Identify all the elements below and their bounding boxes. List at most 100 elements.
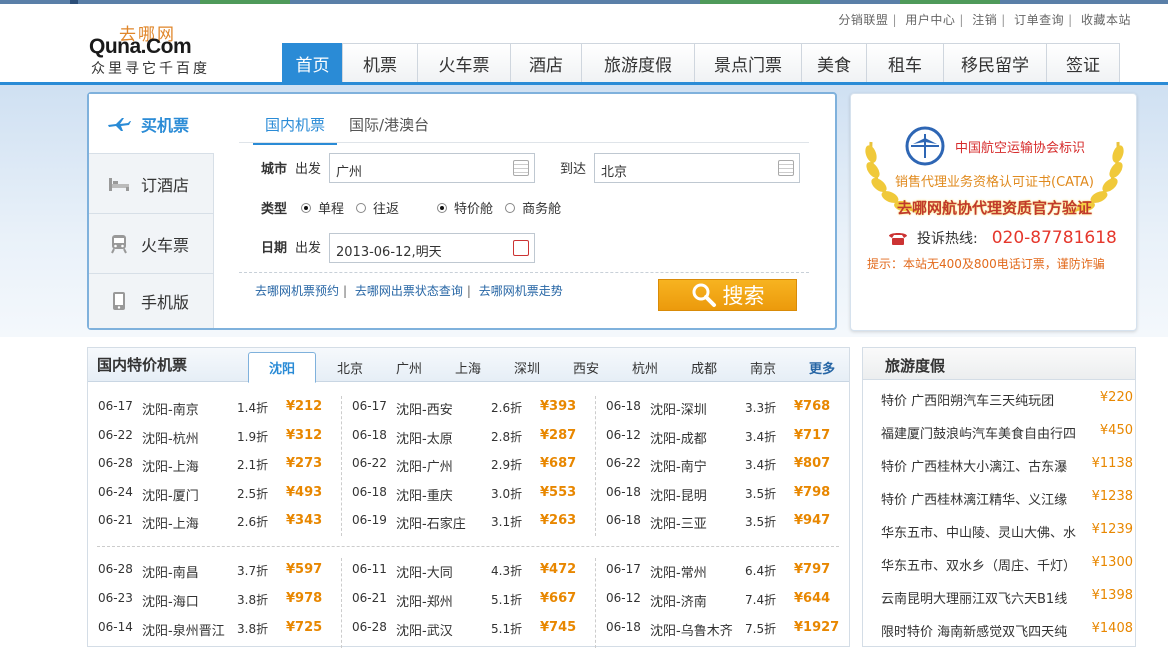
link-status[interactable]: 去哪网出票状态查询 (355, 284, 463, 298)
row-divider (97, 546, 839, 547)
deal-route: 沈阳-海口 (142, 595, 199, 610)
side-tab-hotels[interactable]: 订酒店 (89, 154, 214, 214)
deal-row[interactable]: 06-21 沈阳-上海 2.6折 ¥343 (98, 513, 338, 532)
side-tab-trains[interactable]: 火车票 (89, 214, 214, 274)
travel-item-name: 华东五市、中山陵、灵山大佛、水 (881, 526, 1077, 541)
city-picker-icon[interactable] (513, 160, 529, 176)
nav-immigration[interactable]: 移民留学 (943, 43, 1047, 82)
travel-item[interactable]: 限时特价 海南新感觉双飞四天纯 ¥1408 (881, 621, 1133, 640)
deal-row[interactable]: 06-23 沈阳-海口 3.8折 ¥978 (98, 591, 338, 610)
search-button[interactable]: 搜索 (658, 279, 797, 311)
deal-route: 沈阳-南宁 (650, 460, 707, 475)
deal-row[interactable]: 06-17 沈阳-南京 1.4折 ¥212 (98, 399, 338, 418)
deal-row[interactable]: 06-28 沈阳-上海 2.1折 ¥273 (98, 456, 338, 475)
deal-row[interactable]: 06-17 沈阳-常州 6.4折 ¥797 (606, 562, 846, 581)
link-bookmark[interactable]: 收藏本站 (1081, 13, 1131, 27)
link-logout[interactable]: 注销 (972, 13, 997, 27)
travel-item[interactable]: 特价 广西阳朔汽车三天纯玩团 ¥220 (881, 390, 1133, 409)
deal-date: 06-21 (352, 591, 387, 605)
calendar-icon[interactable] (513, 240, 529, 256)
site-logo[interactable]: 去哪网 Quna.Com 众里寻它千百度 (89, 18, 229, 78)
more-link[interactable]: 更多 (809, 358, 835, 377)
date-label: 日期 (261, 241, 288, 256)
travel-item[interactable]: 华东五市、双水乡（周庄、千灯） ¥1300 (881, 555, 1133, 574)
deal-discount: 6.4折 (745, 564, 777, 578)
travel-item-name: 华东五市、双水乡（周庄、千灯） (881, 559, 1077, 574)
travel-item-name: 福建厦门鼓浪屿汽车美食自由行四 (881, 427, 1077, 442)
nav-home[interactable]: 首页 (282, 43, 343, 82)
city-tab-guangzhou[interactable]: 广州 (396, 358, 422, 377)
deal-discount: 7.4折 (745, 593, 777, 607)
tab-domestic[interactable]: 国内机票 (253, 114, 338, 145)
nav-vacation[interactable]: 旅游度假 (581, 43, 695, 82)
link-user-center[interactable]: 用户中心 (905, 13, 955, 27)
travel-item-price: ¥1238 (1091, 489, 1133, 504)
deal-row[interactable]: 06-22 沈阳-南宁 3.4折 ¥807 (606, 456, 846, 475)
travel-item[interactable]: 特价 广西桂林漓江精华、义江缘 ¥1238 (881, 489, 1133, 508)
nav-visa[interactable]: 签证 (1046, 43, 1120, 82)
city-tab-shanghai[interactable]: 上海 (455, 358, 481, 377)
date-row: 日期 出发 (261, 237, 321, 256)
travel-item[interactable]: 特价 广西桂林大小漓江、古东瀑 ¥1138 (881, 456, 1133, 475)
deal-date: 06-17 (352, 399, 387, 413)
deal-row[interactable]: 06-19 沈阳-石家庄 3.1折 ¥263 (352, 513, 592, 532)
deal-price: ¥745 (540, 620, 577, 635)
city-tab-chengdu[interactable]: 成都 (691, 358, 717, 377)
city-tab-shenyang[interactable]: 沈阳 (248, 352, 316, 383)
radio-one-way[interactable] (301, 202, 312, 213)
deal-date: 06-17 (98, 399, 133, 413)
link-trend[interactable]: 去哪网机票走势 (479, 284, 563, 298)
nav-trains[interactable]: 火车票 (417, 43, 511, 82)
side-tab-mobile[interactable]: 手机版 (89, 274, 214, 328)
deal-row[interactable]: 06-18 沈阳-深圳 3.3折 ¥768 (606, 399, 846, 418)
airplane-icon (107, 114, 131, 134)
deal-row[interactable]: 06-18 沈阳-重庆 3.0折 ¥553 (352, 485, 592, 504)
tab-international[interactable]: 国际/港澳台 (349, 114, 429, 135)
radio-business-class[interactable] (505, 202, 516, 213)
deal-route: 沈阳-武汉 (396, 624, 453, 639)
deal-row[interactable]: 06-22 沈阳-杭州 1.9折 ¥312 (98, 428, 338, 447)
link-booking[interactable]: 去哪网机票预约 (255, 284, 339, 298)
radio-special-class[interactable] (437, 202, 448, 213)
deal-row[interactable]: 06-17 沈阳-西安 2.6折 ¥393 (352, 399, 592, 418)
city-tab-nanjing[interactable]: 南京 (750, 358, 776, 377)
deal-row[interactable]: 06-28 沈阳-南昌 3.7折 ¥597 (98, 562, 338, 581)
logo-en: Quna.Com (89, 35, 192, 58)
deal-row[interactable]: 06-18 沈阳-三亚 3.5折 ¥947 (606, 513, 846, 532)
nav-tickets[interactable]: 景点门票 (694, 43, 802, 82)
hotline-label: 投诉热线: (917, 231, 978, 247)
deal-row[interactable]: 06-22 沈阳-广州 2.9折 ¥687 (352, 456, 592, 475)
city-tab-hangzhou[interactable]: 杭州 (632, 358, 658, 377)
city-picker-icon[interactable] (778, 160, 794, 176)
date-input[interactable]: 2013-06-12,明天 (329, 233, 535, 263)
deal-row[interactable]: 06-21 沈阳-郑州 5.1折 ¥667 (352, 591, 592, 610)
deal-row[interactable]: 06-18 沈阳-太原 2.8折 ¥287 (352, 428, 592, 447)
deal-row[interactable]: 06-18 沈阳-昆明 3.5折 ¥798 (606, 485, 846, 504)
deal-row[interactable]: 06-24 沈阳-厦门 2.5折 ¥493 (98, 485, 338, 504)
deal-row[interactable]: 06-12 沈阳-成都 3.4折 ¥717 (606, 428, 846, 447)
city-tab-shenzhen[interactable]: 深圳 (514, 358, 540, 377)
link-order-query[interactable]: 订单查询 (1014, 13, 1064, 27)
city-tab-xian[interactable]: 西安 (573, 358, 599, 377)
nav-food[interactable]: 美食 (801, 43, 867, 82)
nav-hotels[interactable]: 酒店 (510, 43, 582, 82)
travel-item[interactable]: 福建厦门鼓浪屿汽车美食自由行四 ¥450 (881, 423, 1133, 442)
deal-row[interactable]: 06-11 沈阳-大同 4.3折 ¥472 (352, 562, 592, 581)
nav-car-rental[interactable]: 租车 (866, 43, 944, 82)
travel-item[interactable]: 华东五市、中山陵、灵山大佛、水 ¥1239 (881, 522, 1133, 541)
type-label: 类型 (261, 202, 288, 217)
radio-round-trip[interactable] (356, 202, 367, 213)
side-tab-flights[interactable]: 买机票 (89, 94, 214, 154)
deal-discount: 3.7折 (237, 564, 269, 578)
city-tab-beijing[interactable]: 北京 (337, 358, 363, 377)
arrive-city-input[interactable]: 北京 (594, 153, 800, 183)
quick-links: 去哪网机票预约 | 去哪网出票状态查询 | 去哪网机票走势 (255, 284, 563, 298)
travel-item[interactable]: 云南昆明大理丽江双飞六天B1线 ¥1398 (881, 588, 1133, 607)
nav-flights[interactable]: 机票 (342, 43, 418, 82)
travel-item-price: ¥1300 (1091, 555, 1133, 570)
deals-title: 国内特价机票 (97, 356, 188, 374)
link-affiliate[interactable]: 分销联盟 (838, 13, 888, 27)
deal-row[interactable]: 06-12 沈阳-济南 7.4折 ¥644 (606, 591, 846, 610)
depart-city-input[interactable]: 广州 (329, 153, 535, 183)
deal-discount: 1.9折 (237, 430, 269, 444)
